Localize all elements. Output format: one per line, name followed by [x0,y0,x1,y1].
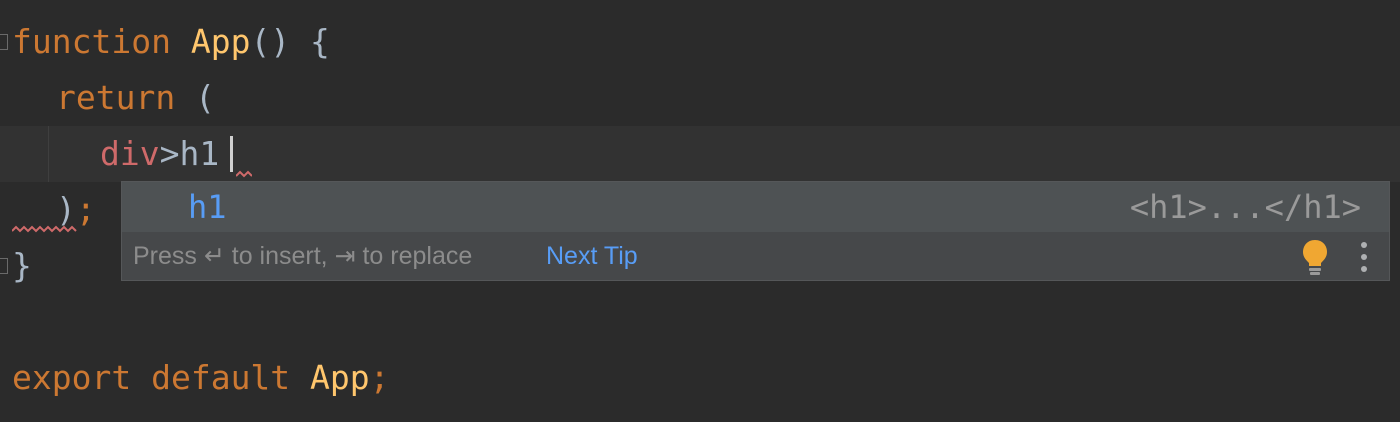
open-paren: ( [195,78,215,117]
export-name: App [310,358,370,397]
completion-item-h1[interactable]: h1 <h1>...</h1> [122,182,1389,232]
function-signature: () { [250,22,330,61]
keyword-default: default [151,358,291,397]
more-vertical-icon[interactable] [1352,240,1376,274]
close-paren: ) [56,190,76,229]
code-line-1[interactable]: function App() { [12,14,1400,70]
semicolon: ; [75,190,96,229]
keyword-function: function [12,22,171,61]
text-caret [230,136,233,172]
completion-hint: Press ↵ to insert, ⇥ to replace [133,242,473,270]
lightbulb-icon[interactable] [1300,238,1330,276]
indent-guide [48,126,49,182]
next-tip-link[interactable]: Next Tip [546,232,638,280]
close-brace: } [12,246,32,285]
error-squiggle [236,170,252,178]
code-line-7[interactable]: export default App; [12,350,1400,406]
completion-item-preview: <h1>...</h1> [1129,188,1361,226]
typed-abbreviation: h1 [179,134,220,173]
code-line-3[interactable]: div>h1 [100,126,219,182]
keyword-export: export [12,358,132,397]
error-squiggle [12,225,77,233]
code-line-2[interactable]: return ( [56,70,1400,126]
fold-marker-icon[interactable] [0,34,8,50]
completion-popup[interactable]: h1 <h1>...</h1> Press ↵ to insert, ⇥ to … [121,181,1390,281]
completion-item-label: h1 [188,188,227,226]
completion-footer: Press ↵ to insert, ⇥ to replace Next Tip [122,232,1389,280]
semicolon: ; [369,358,390,397]
fold-marker-icon[interactable] [0,258,8,274]
function-name: App [190,22,251,61]
child-operator: > [159,134,180,173]
code-editor[interactable]: function App() { return ( div>h1 ); } ex… [0,0,1400,422]
tag-div: div [100,134,160,173]
keyword-return: return [56,78,176,117]
